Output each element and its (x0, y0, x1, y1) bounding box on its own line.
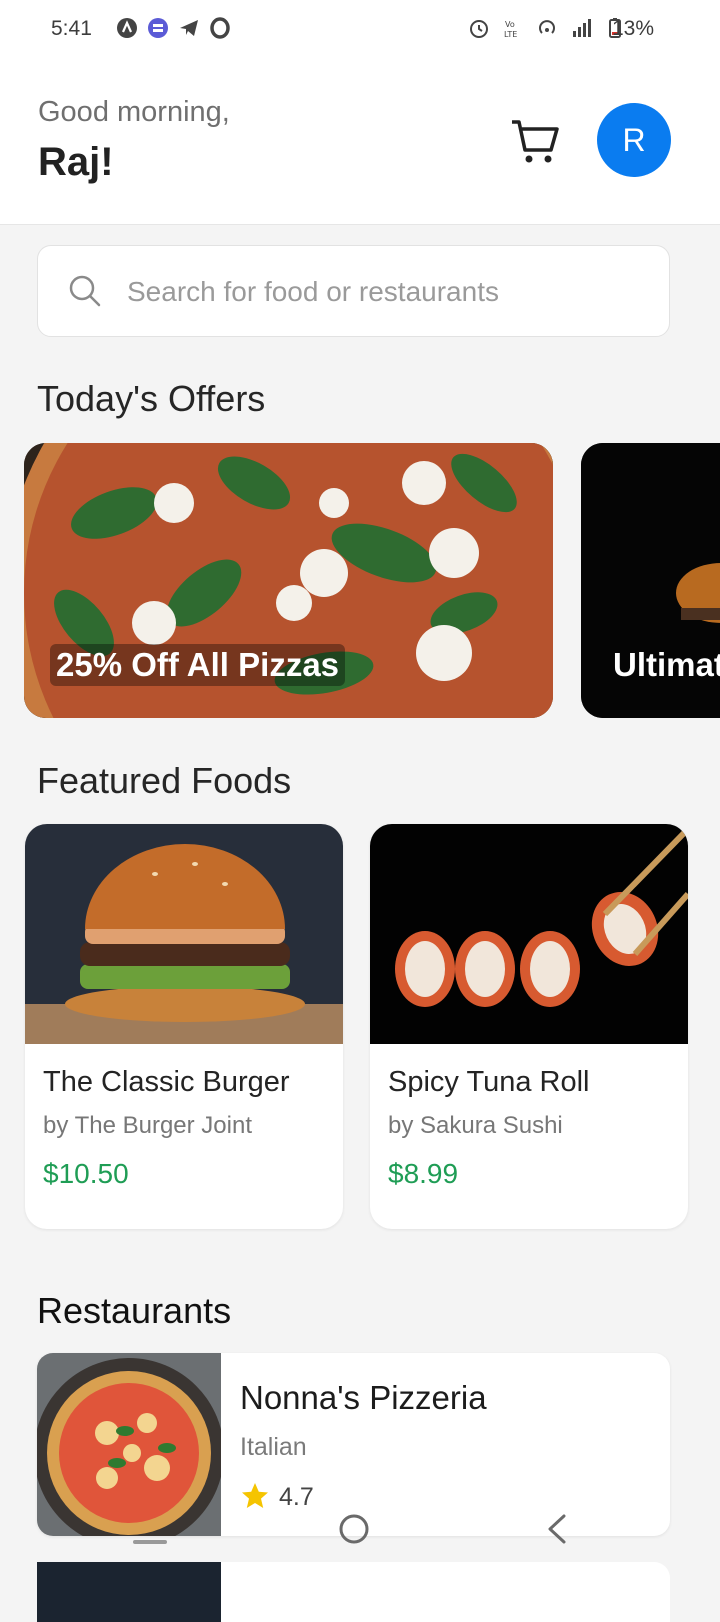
restaurant-name: Nonna's Pizzeria (240, 1379, 487, 1416)
sushi-image (370, 824, 688, 1044)
back-button-icon[interactable] (542, 1512, 572, 1546)
status-bar: 5:41 Vo LTE 13% (0, 0, 720, 62)
restaurant-card[interactable]: Nonna's Pizzeria Italian 4.7 (37, 1353, 670, 1536)
recents-button[interactable] (133, 1540, 167, 1544)
volte-icon: VoLTE (504, 20, 517, 39)
svg-text:Vo: Vo (505, 20, 515, 29)
star-icon (242, 1483, 268, 1508)
search-icon (69, 275, 101, 307)
restaurant-cuisine: Italian (240, 1433, 307, 1461)
status-system-icons: Vo LTE (468, 17, 626, 39)
home-button-icon[interactable] (337, 1512, 371, 1546)
food-name: Spicy Tuna Roll (388, 1066, 590, 1098)
restaurants-section-title: Restaurants (37, 1290, 232, 1331)
offer-card-burger[interactable]: Ultimat (581, 443, 720, 718)
restaurant-rating: 4.7 (279, 1483, 314, 1511)
svg-text:LTE: LTE (504, 30, 517, 39)
battery-percent: 13% (612, 17, 655, 40)
food-restaurant: by Sakura Sushi (388, 1112, 563, 1139)
opera-icon (210, 17, 230, 39)
hotspot-icon (539, 20, 555, 34)
food-restaurant: by The Burger Joint (43, 1112, 253, 1139)
food-price: $10.50 (43, 1158, 129, 1189)
food-card-sushi[interactable]: Spicy Tuna Roll by Sakura Sushi $8.99 (370, 824, 688, 1229)
status-time: 5:41 (51, 17, 92, 40)
food-price: $8.99 (388, 1158, 459, 1189)
restaurant-image-peek (37, 1562, 221, 1622)
search-placeholder: Search for food or restaurants (127, 276, 499, 307)
avatar[interactable]: R (597, 103, 671, 177)
search-input[interactable]: Search for food or restaurants (37, 245, 670, 337)
offers-section-title: Today's Offers (37, 378, 266, 419)
restaurant-image (37, 1353, 221, 1536)
greeting-text: Good morning, (38, 96, 230, 128)
food-card-burger[interactable]: The Classic Burger by The Burger Joint $… (25, 824, 343, 1229)
food-name: The Classic Burger (43, 1066, 290, 1098)
status-notification-icons (116, 17, 231, 39)
user-name: Raj! (38, 140, 114, 184)
offer-label: 25% Off All Pizzas (50, 644, 346, 686)
vpn-icon (117, 18, 137, 38)
burger-image (25, 824, 343, 1044)
cart-icon[interactable] (506, 114, 562, 166)
offer-card-pizza[interactable]: 25% Off All Pizzas (24, 443, 553, 718)
messenger-icon (148, 18, 168, 38)
signal-icon (573, 19, 591, 37)
alarm-icon (470, 20, 488, 38)
header: Good morning, Raj! R (0, 62, 720, 225)
offer-label: Ultimat (613, 646, 720, 683)
featured-section-title: Featured Foods (37, 760, 292, 801)
restaurant-card-peek[interactable] (37, 1562, 670, 1622)
telegram-icon (180, 20, 198, 36)
